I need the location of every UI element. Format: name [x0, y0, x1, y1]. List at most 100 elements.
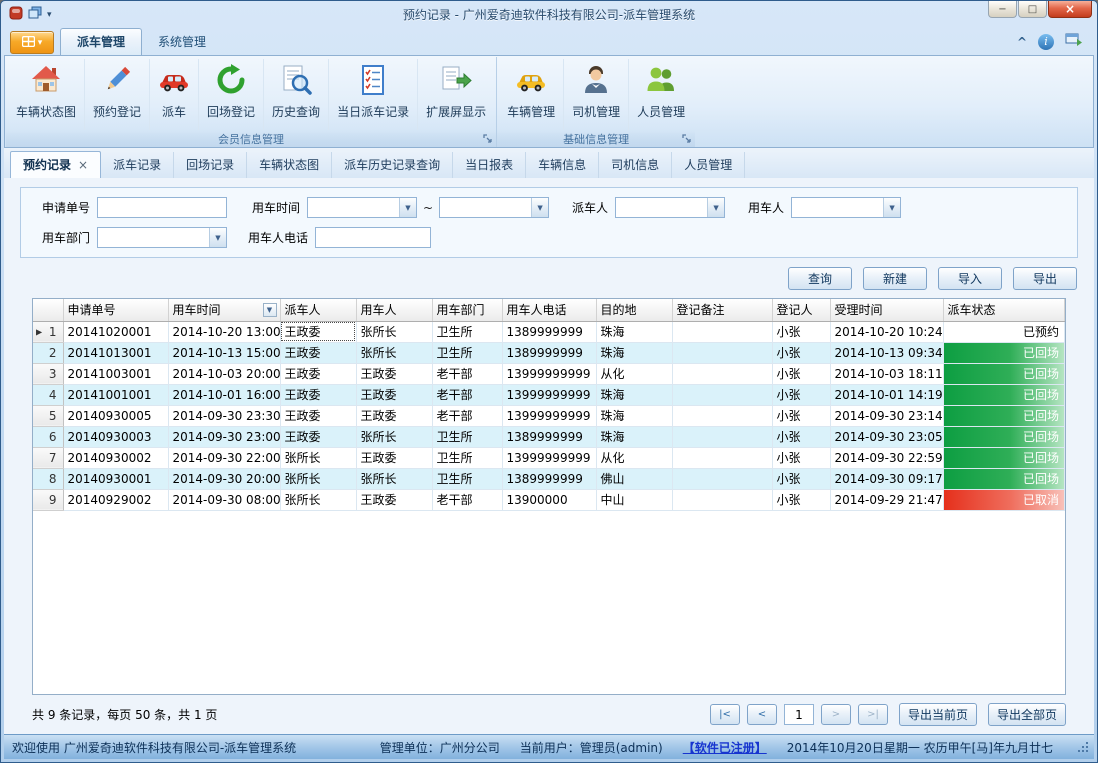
- cell-accept-time[interactable]: 2014-10-20 10:24: [830, 321, 943, 342]
- ribbon-button-history-query[interactable]: 历史查询: [263, 59, 328, 130]
- cell-apply-no[interactable]: 20141001001: [63, 384, 168, 405]
- ribbon-button-today-dispatch-records[interactable]: 当日派车记录: [328, 59, 417, 130]
- cell-destination[interactable]: 佛山: [596, 468, 672, 489]
- cell-use-time[interactable]: 2014-09-30 22:00: [168, 447, 280, 468]
- cell-department[interactable]: 老干部: [432, 363, 502, 384]
- cell-remark[interactable]: [672, 363, 772, 384]
- row-indicator[interactable]: 9: [33, 489, 63, 510]
- cell-department[interactable]: 卫生所: [432, 321, 502, 342]
- cell-accept-time[interactable]: 2014-09-30 23:14: [830, 405, 943, 426]
- cell-remark[interactable]: [672, 384, 772, 405]
- cell-department[interactable]: 老干部: [432, 489, 502, 510]
- cell-use-time[interactable]: 2014-10-13 15:00: [168, 342, 280, 363]
- table-row[interactable]: 2 20141013001 2014-10-13 15:00 王政委 张所长 卫…: [33, 342, 1065, 363]
- last-page-button[interactable]: >|: [858, 704, 888, 725]
- first-page-button[interactable]: |<: [710, 704, 740, 725]
- cell-use-time[interactable]: 2014-10-01 16:00: [168, 384, 280, 405]
- app-icon[interactable]: [9, 6, 23, 23]
- cell-registrar[interactable]: 小张: [772, 489, 830, 510]
- cell-use-time[interactable]: 2014-09-30 08:00: [168, 489, 280, 510]
- cell-registrar[interactable]: 小张: [772, 405, 830, 426]
- cell-remark[interactable]: [672, 342, 772, 363]
- ribbon-tab-dispatch-mgmt[interactable]: 派车管理: [60, 28, 142, 55]
- cell-use-time[interactable]: 2014-09-30 23:30: [168, 405, 280, 426]
- column-header-dispatcher[interactable]: 派车人: [280, 299, 356, 321]
- cell-remark[interactable]: [672, 468, 772, 489]
- maximize-button[interactable]: □: [1018, 1, 1047, 18]
- column-header-user[interactable]: 用车人: [356, 299, 432, 321]
- ribbon-button-vehicle-mgmt[interactable]: 车辆管理: [499, 59, 563, 130]
- cell-destination[interactable]: 珠海: [596, 342, 672, 363]
- cell-destination[interactable]: 珠海: [596, 384, 672, 405]
- column-header-use-time[interactable]: 用车时间▼: [168, 299, 280, 321]
- column-header-department[interactable]: 用车部门: [432, 299, 502, 321]
- cell-dispatcher[interactable]: 张所长: [280, 489, 356, 510]
- cell-user[interactable]: 张所长: [356, 321, 432, 342]
- doc-tab-reservation-records[interactable]: 预约记录 ×: [10, 151, 101, 178]
- doc-tab-vehicle-status-chart[interactable]: 车辆状态图: [247, 152, 332, 178]
- cell-accept-time[interactable]: 2014-10-13 09:34: [830, 342, 943, 363]
- cell-registrar[interactable]: 小张: [772, 384, 830, 405]
- cell-user[interactable]: 王政委: [356, 489, 432, 510]
- chevron-down-icon[interactable]: ▼: [531, 198, 548, 217]
- query-button[interactable]: 查询: [788, 267, 852, 290]
- cell-dispatch-status[interactable]: 已回场: [943, 384, 1065, 405]
- cell-phone[interactable]: 1389999999: [502, 468, 596, 489]
- close-button[interactable]: ×: [1048, 1, 1092, 18]
- cell-phone[interactable]: 1389999999: [502, 321, 596, 342]
- cell-accept-time[interactable]: 2014-10-03 18:11: [830, 363, 943, 384]
- cell-remark[interactable]: [672, 321, 772, 342]
- doc-tab-dispatch-records[interactable]: 派车记录: [101, 152, 174, 178]
- cell-department[interactable]: 卫生所: [432, 426, 502, 447]
- cell-user[interactable]: 王政委: [356, 405, 432, 426]
- cell-dispatch-status[interactable]: 已回场: [943, 426, 1065, 447]
- cell-apply-no[interactable]: 20140930002: [63, 447, 168, 468]
- close-tab-icon[interactable]: ×: [78, 159, 88, 171]
- cell-accept-time[interactable]: 2014-09-30 22:59: [830, 447, 943, 468]
- cell-apply-no[interactable]: 20141003001: [63, 363, 168, 384]
- ribbon-button-vehicle-status-chart[interactable]: 车辆状态图: [8, 59, 84, 130]
- export-all-pages-button[interactable]: 导出全部页: [988, 703, 1066, 726]
- info-icon[interactable]: i: [1038, 34, 1054, 50]
- column-header-destination[interactable]: 目的地: [596, 299, 672, 321]
- table-row[interactable]: 5 20140930005 2014-09-30 23:30 王政委 王政委 老…: [33, 405, 1065, 426]
- cell-phone[interactable]: 13999999999: [502, 447, 596, 468]
- cell-remark[interactable]: [672, 426, 772, 447]
- cell-apply-no[interactable]: 20140929002: [63, 489, 168, 510]
- cell-dispatcher[interactable]: 王政委: [280, 342, 356, 363]
- dialog-launcher-icon[interactable]: [482, 133, 494, 145]
- switch-window-icon[interactable]: [1065, 33, 1082, 50]
- cell-phone[interactable]: 1389999999: [502, 426, 596, 447]
- doc-tab-vehicle-info[interactable]: 车辆信息: [526, 152, 599, 178]
- resize-grip-icon[interactable]: [1077, 741, 1090, 754]
- user-combo[interactable]: ▼: [791, 197, 901, 218]
- cell-use-time[interactable]: 2014-10-03 20:00: [168, 363, 280, 384]
- cell-remark[interactable]: [672, 447, 772, 468]
- column-header-dispatch-status[interactable]: 派车状态: [943, 299, 1065, 321]
- import-button[interactable]: 导入: [938, 267, 1002, 290]
- doc-tab-return-records[interactable]: 回场记录: [174, 152, 247, 178]
- cell-user[interactable]: 张所长: [356, 468, 432, 489]
- row-indicator[interactable]: 5: [33, 405, 63, 426]
- cell-apply-no[interactable]: 20140930001: [63, 468, 168, 489]
- cell-accept-time[interactable]: 2014-09-29 21:47: [830, 489, 943, 510]
- cell-registrar[interactable]: 小张: [772, 342, 830, 363]
- row-indicator[interactable]: 8: [33, 468, 63, 489]
- cell-destination[interactable]: 中山: [596, 489, 672, 510]
- cell-dispatch-status[interactable]: 已回场: [943, 405, 1065, 426]
- ribbon-button-driver-mgmt[interactable]: 司机管理: [563, 59, 628, 130]
- export-current-page-button[interactable]: 导出当前页: [899, 703, 977, 726]
- cell-department[interactable]: 卫生所: [432, 468, 502, 489]
- cell-department[interactable]: 老干部: [432, 405, 502, 426]
- row-indicator[interactable]: 3: [33, 363, 63, 384]
- row-indicator[interactable]: 7: [33, 447, 63, 468]
- cell-apply-no[interactable]: 20140930005: [63, 405, 168, 426]
- cell-phone[interactable]: 13999999999: [502, 384, 596, 405]
- ribbon-button-extended-screen[interactable]: 扩展屏显示: [417, 59, 494, 130]
- doc-tab-daily-report[interactable]: 当日报表: [453, 152, 526, 178]
- cell-user[interactable]: 张所长: [356, 342, 432, 363]
- filter-dropdown-icon[interactable]: ▼: [263, 303, 277, 317]
- table-row[interactable]: 9 20140929002 2014-09-30 08:00 张所长 王政委 老…: [33, 489, 1065, 510]
- page-number-input[interactable]: [784, 704, 814, 725]
- cell-phone[interactable]: 13900000: [502, 489, 596, 510]
